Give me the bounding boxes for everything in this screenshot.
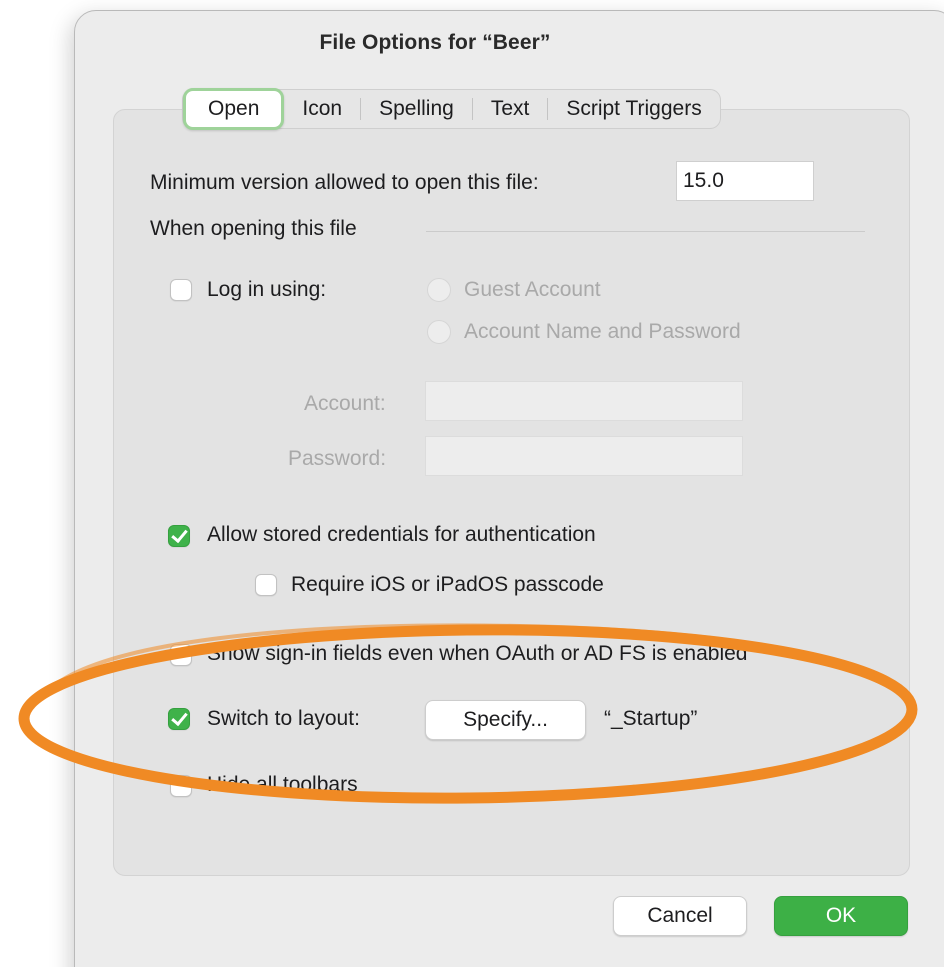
- when-opening-label: When opening this file: [150, 217, 357, 240]
- section-divider: [426, 231, 865, 232]
- tab-open[interactable]: Open: [183, 88, 285, 130]
- cancel-button[interactable]: Cancel: [613, 896, 747, 936]
- tab-bar: Open Icon Spelling Text Script Triggers: [182, 88, 721, 130]
- password-field[interactable]: [425, 436, 743, 476]
- file-options-dialog: File Options for “Beer”: [74, 10, 944, 967]
- require-passcode-label: Require iOS or iPadOS passcode: [291, 573, 604, 596]
- ok-button[interactable]: OK: [774, 896, 908, 936]
- layout-name: “_Startup”: [604, 707, 698, 730]
- switch-layout-checkbox[interactable]: [168, 708, 190, 730]
- min-version-field[interactable]: [676, 161, 814, 201]
- password-label: Password:: [288, 447, 387, 470]
- hide-toolbars-label: Hide all toolbars: [207, 773, 358, 796]
- account-field[interactable]: [425, 381, 743, 421]
- allow-credentials-checkbox[interactable]: [168, 525, 190, 547]
- dialog-title: File Options for “Beer”: [319, 31, 551, 54]
- log-in-checkbox[interactable]: [170, 279, 192, 301]
- tab-text[interactable]: Text: [473, 90, 548, 128]
- hide-toolbars-checkbox[interactable]: [170, 775, 192, 797]
- allow-credentials-label: Allow stored credentials for authenticat…: [207, 523, 596, 546]
- switch-layout-label: Switch to layout:: [207, 707, 360, 730]
- require-passcode-checkbox[interactable]: [255, 574, 277, 596]
- guest-account-radio[interactable]: [427, 278, 451, 302]
- specify-layout-button[interactable]: Specify...: [425, 700, 586, 740]
- account-label: Account:: [304, 392, 386, 415]
- min-version-label: Minimum version allowed to open this fil…: [150, 171, 539, 194]
- show-signin-label: Show sign-in fields even when OAuth or A…: [207, 642, 748, 665]
- tab-script-triggers[interactable]: Script Triggers: [548, 90, 719, 128]
- tab-spelling[interactable]: Spelling: [361, 90, 472, 128]
- screenshot-stage: File Options for “Beer” Open Icon Spelli…: [0, 0, 944, 967]
- guest-account-label: Guest Account: [464, 278, 601, 301]
- log-in-label: Log in using:: [207, 278, 327, 301]
- account-password-label: Account Name and Password: [464, 320, 741, 343]
- account-password-radio[interactable]: [427, 320, 451, 344]
- show-signin-checkbox[interactable]: [170, 644, 192, 666]
- tab-icon[interactable]: Icon: [284, 90, 360, 128]
